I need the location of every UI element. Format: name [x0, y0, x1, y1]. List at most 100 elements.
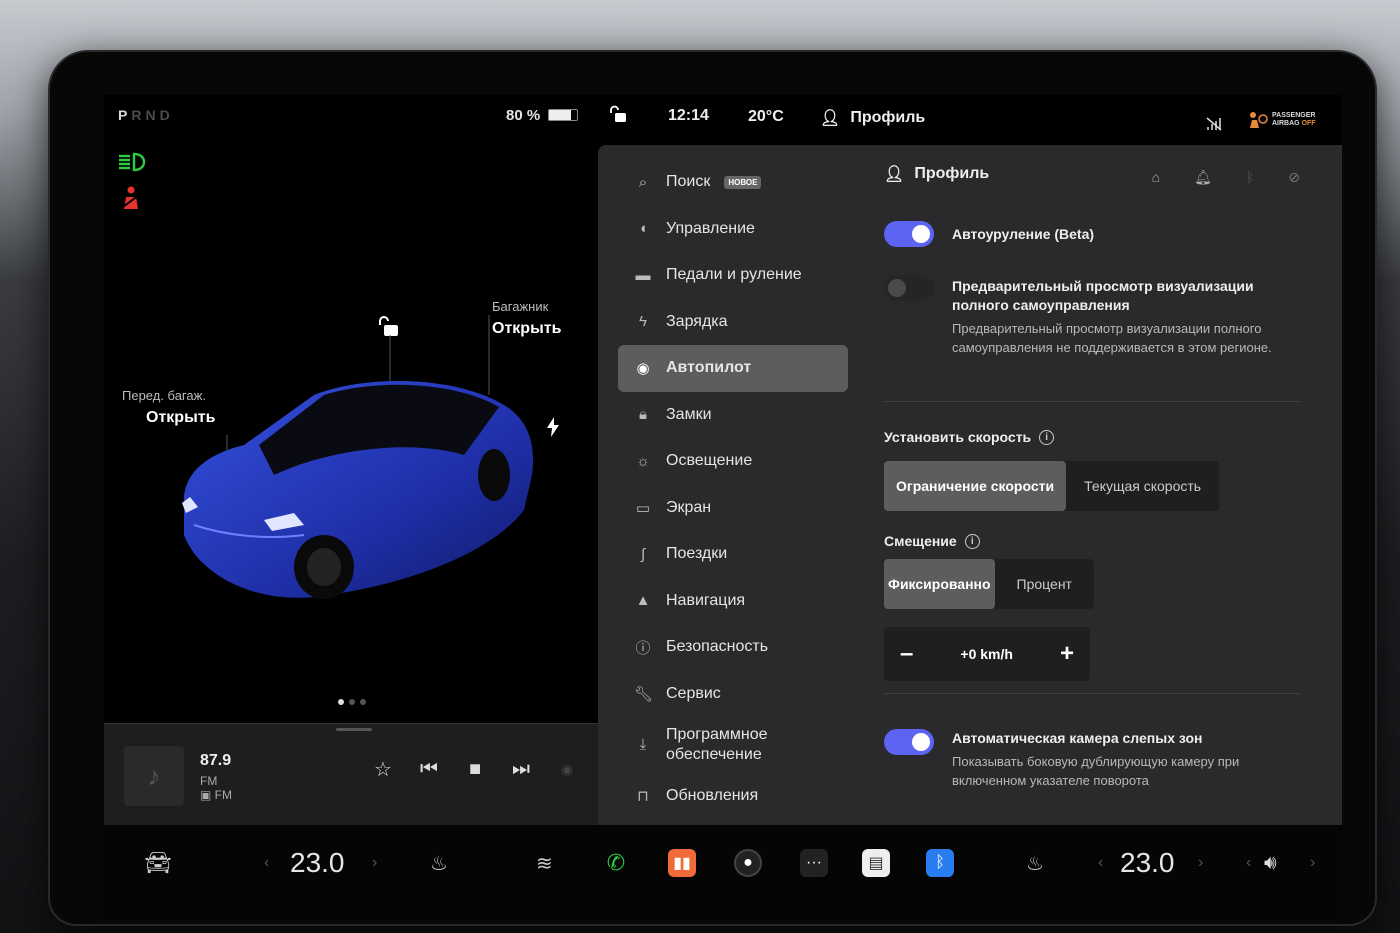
offset-option-fixed[interactable]: Фиксированно — [884, 559, 995, 609]
divider — [884, 401, 1300, 402]
car-icon: ▬ — [635, 266, 651, 284]
navigation-icon: ▲ — [635, 592, 651, 610]
music-app[interactable]: ▮▮ — [668, 847, 696, 879]
music-icon: ▮▮ — [668, 849, 696, 877]
set-speed-option-current[interactable]: Текущая скорость — [1066, 461, 1219, 511]
battery-icon — [548, 109, 578, 121]
wrench-icon: 🔧︎ — [634, 685, 654, 703]
menu-item-lighting[interactable]: ☼ Освещение — [618, 438, 848, 485]
menu-item-pedals-steering[interactable]: ▬ Педали и руление — [618, 252, 848, 299]
bluetooth-icon: ᛒ — [926, 849, 954, 877]
garage-icon[interactable]: ⌂ — [1152, 169, 1160, 186]
bag-icon: ⊓ — [637, 788, 649, 806]
offset-option-percent[interactable]: Процент — [995, 559, 1094, 609]
volume-up-arrow[interactable]: › — [1310, 847, 1315, 879]
autopilot-settings: 👤︎ Профиль ⌂ 🔔︎ ᛒ ⊘ Автоуруление (Beta) … — [884, 159, 1314, 788]
info-icon[interactable]: i — [964, 533, 980, 549]
radio-source-label: FM — [214, 788, 232, 802]
right-temp-down-arrow[interactable]: ‹ — [1098, 847, 1103, 879]
lock-icon: 🔒︎ — [639, 406, 647, 424]
seat-heater-left-icon[interactable]: ♨ — [430, 847, 448, 879]
seat-heater-right-icon[interactable]: ♨ — [1026, 847, 1044, 879]
menu-item-safety[interactable]: ⓘ Безопасность — [618, 624, 848, 671]
page-indicator — [338, 699, 366, 705]
menu-item-trips[interactable]: ∫ Поездки — [618, 531, 848, 578]
bluetooth-app[interactable]: ᛒ — [926, 847, 954, 879]
volume-down-arrow[interactable]: ‹ — [1246, 847, 1251, 879]
menu-item-label: Замки — [666, 405, 712, 423]
menu-item-label: Программное обеспечение — [666, 726, 768, 763]
phone-app[interactable]: ✆ — [602, 847, 630, 879]
menu-item-label: Зарядка — [666, 312, 728, 330]
car-unlock-icon[interactable] — [376, 315, 400, 337]
toggle-icon: ◖ — [638, 220, 648, 238]
previous-track-icon[interactable]: ⏮ — [418, 758, 440, 780]
bell-icon[interactable]: 🔔︎ — [1194, 169, 1212, 186]
radio-frequency: 87.9 — [200, 752, 232, 769]
info-icon[interactable]: i — [1039, 429, 1055, 445]
volume-icon[interactable]: 🔊︎ — [1264, 847, 1277, 879]
menu-item-label: Освещение — [666, 452, 753, 470]
camera-app[interactable]: ● — [734, 847, 762, 879]
airbag-line2: AIRBAG — [1272, 120, 1300, 127]
sound-icon[interactable]: ◉ — [556, 758, 578, 780]
unlock-icon[interactable] — [608, 105, 628, 123]
offset-stepper: – +0 km/h + — [884, 627, 1090, 681]
menu-item-software[interactable]: ⤓ Программное обеспечение — [618, 717, 848, 773]
left-temperature: 23.0 — [290, 847, 345, 878]
menu-item-label: Сервис — [666, 684, 721, 702]
autosteer-toggle[interactable] — [884, 221, 934, 247]
right-temp-up-arrow[interactable]: › — [1198, 847, 1203, 879]
trips-icon: ∫ — [640, 545, 646, 563]
menu-item-locks[interactable]: 🔒︎ Замки — [618, 392, 848, 439]
car-icon[interactable]: 🚘︎ — [144, 847, 172, 879]
gear-others: RND — [131, 107, 174, 123]
decrease-button[interactable]: – — [900, 640, 913, 668]
increase-button[interactable]: + — [1060, 640, 1074, 668]
charge-port-icon[interactable] — [546, 417, 560, 437]
outside-temperature: 20°C — [748, 108, 784, 125]
menu-item-label: Автопилот — [666, 359, 752, 377]
person-icon: 👤︎ — [820, 110, 841, 127]
airbag-off-icon — [1250, 112, 1268, 128]
left-temp-down-arrow[interactable]: ‹ — [264, 847, 269, 879]
more-apps[interactable]: ··· — [800, 847, 828, 879]
set-speed-text: Установить скорость — [884, 429, 1032, 445]
favorite-star-icon[interactable]: ☆ — [372, 758, 394, 781]
media-drag-handle[interactable] — [336, 728, 372, 731]
page-dot — [338, 699, 344, 705]
camera-icon: ● — [734, 849, 762, 877]
set-speed-option-limit[interactable]: Ограничение скорости — [884, 461, 1067, 511]
alert-icon: ⓘ — [635, 639, 651, 657]
menu-item-display[interactable]: ▭ Экран — [618, 485, 848, 532]
car-panel: PRND 80 % Багажник Открыть Перед. багаж.… — [104, 95, 602, 825]
bluetooth-icon[interactable]: ᛒ — [1246, 169, 1254, 186]
menu-item-charging[interactable]: ϟ Зарядка — [618, 299, 848, 346]
airbag-state: OFF — [1301, 120, 1316, 127]
car-model-image — [182, 381, 534, 599]
menu-item-controls[interactable]: ◖ Управление — [618, 206, 848, 253]
menu-item-updates[interactable]: ⊓ Обновления — [618, 773, 848, 820]
menu-item-navigation[interactable]: ▲ Навигация — [618, 578, 848, 625]
stop-icon[interactable]: ■ — [464, 758, 486, 780]
battery-percent: 80 % — [506, 107, 541, 124]
gear-park: P — [118, 107, 132, 123]
profile-button[interactable]: 👤︎ Профиль — [820, 108, 925, 128]
menu-item-label: Навигация — [666, 591, 746, 609]
menu-item-label: Педали и руление — [666, 266, 802, 284]
blindspot-camera-toggle[interactable] — [884, 729, 934, 755]
fsd-preview-row: Предварительный просмотр визуализации по… — [884, 275, 1292, 357]
more-icon: ··· — [800, 849, 828, 877]
menu-item-autopilot[interactable]: ◉ Автопилот — [618, 345, 848, 392]
divider — [884, 693, 1300, 694]
rear-defrost-icon[interactable]: ≋ — [536, 847, 553, 879]
left-temp-up-arrow[interactable]: › — [372, 847, 377, 879]
toybox-app[interactable]: ▤ — [862, 847, 890, 879]
autosteer-label: Автоуруление (Beta) — [952, 225, 1095, 242]
airbag-line1: PASSENGER — [1272, 112, 1316, 119]
fsd-preview-toggle[interactable] — [884, 275, 934, 301]
next-track-icon[interactable]: ⏭ — [510, 758, 532, 780]
menu-item-label: Поездки — [666, 545, 728, 563]
menu-item-service[interactable]: 🔧︎ Сервис — [618, 671, 848, 718]
menu-item-search[interactable]: ⌕ Поиск НОВОЕ — [618, 159, 848, 206]
